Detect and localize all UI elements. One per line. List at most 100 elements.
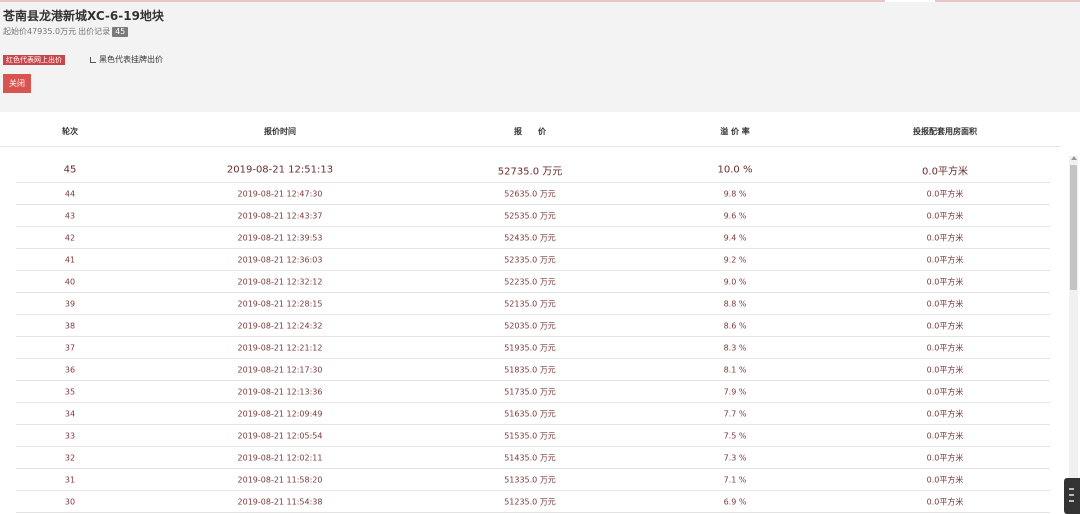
column-header-time: 报价时间 — [264, 127, 296, 136]
table-row: 41 2019-08-21 12:36:03 52335.0 万元 9.2 % 0.0平… — [16, 249, 1050, 271]
cell-area: 0.0平方米 — [926, 475, 964, 484]
cell-price: 52635.0 万元 — [504, 189, 556, 198]
table-row: 30 2019-08-21 11:54:38 51235.0 万元 6.9 % 0.0平… — [16, 491, 1050, 513]
table-row: 37 2019-08-21 12:21:12 51935.0 万元 8.3 % 0.0平… — [16, 337, 1050, 359]
bid-count-badge: 45 — [112, 26, 129, 37]
start-price: 起始价47935.0万元 — [3, 27, 77, 36]
column-header-rate: 溢 价 率 — [720, 127, 750, 136]
cell-rate: 8.6 % — [723, 321, 747, 330]
legend-online-bid: 红色代表网上出价 — [3, 55, 65, 65]
cell-round: 38 — [64, 321, 76, 330]
cell-time: 2019-08-21 12:17:30 — [237, 365, 323, 374]
cell-time: 2019-08-21 12:43:37 — [237, 211, 323, 220]
close-button[interactable]: 关闭 — [3, 74, 31, 93]
table-row: 45 2019-08-21 12:51:13 52735.0 万元 10.0 % 0.0… — [16, 158, 1050, 183]
table-row: 35 2019-08-21 12:13:36 51735.0 万元 7.9 % 0.0平… — [16, 381, 1050, 403]
cell-price: 52335.0 万元 — [504, 255, 556, 264]
cell-price: 51435.0 万元 — [504, 453, 556, 462]
side-toolbar-icon[interactable] — [1064, 478, 1080, 514]
cell-time: 2019-08-21 12:39:53 — [237, 233, 323, 242]
cell-price: 52735.0 万元 — [497, 166, 563, 178]
cell-rate: 9.8 % — [723, 189, 747, 198]
cell-time: 2019-08-21 12:02:11 — [237, 453, 323, 462]
legend-listing-bid: 黑色代表挂牌出价 — [90, 54, 163, 65]
cell-price: 52435.0 万元 — [504, 233, 556, 242]
cell-rate: 8.3 % — [723, 343, 747, 352]
cell-round: 41 — [64, 255, 76, 264]
cell-round: 42 — [64, 233, 76, 242]
table-row: 39 2019-08-21 12:28:15 52135.0 万元 8.8 % 0.0平… — [16, 293, 1050, 315]
cell-price: 51935.0 万元 — [504, 343, 556, 352]
scroll-up-arrow-icon[interactable] — [1071, 156, 1077, 160]
cell-round: 37 — [64, 343, 76, 352]
bid-record-label: 出价记录 — [78, 27, 111, 36]
cell-price: 51535.0 万元 — [504, 431, 556, 440]
cell-price: 51235.0 万元 — [504, 497, 556, 506]
cell-time: 2019-08-21 12:36:03 — [237, 255, 323, 264]
cell-area: 0.0平方米 — [926, 365, 964, 374]
column-header-round: 轮次 — [62, 127, 78, 136]
toolbar-dot-icon — [1069, 500, 1074, 502]
table-header: 轮次 报价时间 报 价 溢 价 率 投报配套用房面积 — [0, 120, 1060, 147]
table-row: 38 2019-08-21 12:24:32 52035.0 万元 8.6 % 0.0平… — [16, 315, 1050, 337]
lot-sub-info: 起始价47935.0万元 出价记录 45 — [3, 26, 129, 37]
table-row: 43 2019-08-21 12:43:37 52535.0 万元 9.6 % 0.0平… — [16, 205, 1050, 227]
cell-time: 2019-08-21 11:54:38 — [237, 497, 323, 506]
cell-round: 30 — [64, 497, 76, 506]
cell-time: 2019-08-21 11:58:20 — [237, 475, 323, 484]
column-header-price: 报 价 — [514, 127, 546, 136]
cell-rate: 6.9 % — [723, 497, 747, 506]
cell-rate: 9.4 % — [723, 233, 747, 242]
cell-area: 0.0平方米 — [926, 277, 964, 286]
toolbar-dot-icon — [1069, 488, 1074, 490]
bid-record-table: 轮次 报价时间 报 价 溢 价 率 投报配套用房面积 45 2019-08-21 … — [0, 112, 1080, 514]
cell-price: 51335.0 万元 — [504, 475, 556, 484]
cell-rate: 8.8 % — [723, 299, 747, 308]
cell-rate: 10.0 % — [717, 164, 753, 176]
table-row: 44 2019-08-21 12:47:30 52635.0 万元 9.8 % 0.0平… — [16, 183, 1050, 205]
cell-rate: 8.1 % — [723, 365, 747, 374]
cell-time: 2019-08-21 12:09:49 — [237, 409, 323, 418]
cell-round: 45 — [63, 164, 77, 176]
cell-rate: 7.9 % — [723, 387, 747, 396]
cell-price: 52035.0 万元 — [504, 321, 556, 330]
cell-price: 52135.0 万元 — [504, 299, 556, 308]
cell-rate: 7.3 % — [723, 453, 747, 462]
table-row: 36 2019-08-21 12:17:30 51835.0 万元 8.1 % 0.0平… — [16, 359, 1050, 381]
cell-area: 0.0平方米 — [926, 321, 964, 330]
cell-area: 0.0平方米 — [926, 387, 964, 396]
lot-title: 苍南县龙港新城XC-6-19地块 — [3, 9, 164, 23]
cell-price: 51735.0 万元 — [504, 387, 556, 396]
cell-round: 34 — [64, 409, 76, 418]
cell-round: 36 — [64, 365, 76, 374]
cell-time: 2019-08-21 12:21:12 — [237, 343, 323, 352]
cell-area: 0.0平方米 — [922, 166, 968, 178]
cell-rate: 9.6 % — [723, 211, 747, 220]
cell-rate: 9.0 % — [723, 277, 747, 286]
table-row: 32 2019-08-21 12:02:11 51435.0 万元 7.3 % 0.0平… — [16, 447, 1050, 469]
cell-time: 2019-08-21 12:51:13 — [226, 164, 334, 176]
cell-round: 44 — [64, 189, 76, 198]
cell-round: 43 — [64, 211, 76, 220]
cell-rate: 9.2 % — [723, 255, 747, 264]
cell-rate: 7.5 % — [723, 431, 747, 440]
cell-area: 0.0平方米 — [926, 431, 964, 440]
table-row: 40 2019-08-21 12:32:12 52235.0 万元 9.0 % 0.0平… — [16, 271, 1050, 293]
cell-round: 31 — [64, 475, 76, 484]
cell-time: 2019-08-21 12:47:30 — [237, 189, 323, 198]
cell-price: 51635.0 万元 — [504, 409, 556, 418]
cell-price: 52235.0 万元 — [504, 277, 556, 286]
cell-area: 0.0平方米 — [926, 233, 964, 242]
cell-area: 0.0平方米 — [926, 211, 964, 220]
cell-time: 2019-08-21 12:13:36 — [237, 387, 323, 396]
cell-round: 35 — [64, 387, 76, 396]
cell-rate: 7.1 % — [723, 475, 747, 484]
scrollbar-thumb[interactable] — [1070, 165, 1077, 290]
table-row: 33 2019-08-21 12:05:54 51535.0 万元 7.5 % 0.0平… — [16, 425, 1050, 447]
cell-area: 0.0平方米 — [926, 189, 964, 198]
legend-listing-bid-label: 黑色代表挂牌出价 — [99, 55, 163, 64]
cell-round: 39 — [64, 299, 76, 308]
cell-area: 0.0平方米 — [926, 453, 964, 462]
cell-round: 40 — [64, 277, 76, 286]
cell-time: 2019-08-21 12:32:12 — [237, 277, 323, 286]
